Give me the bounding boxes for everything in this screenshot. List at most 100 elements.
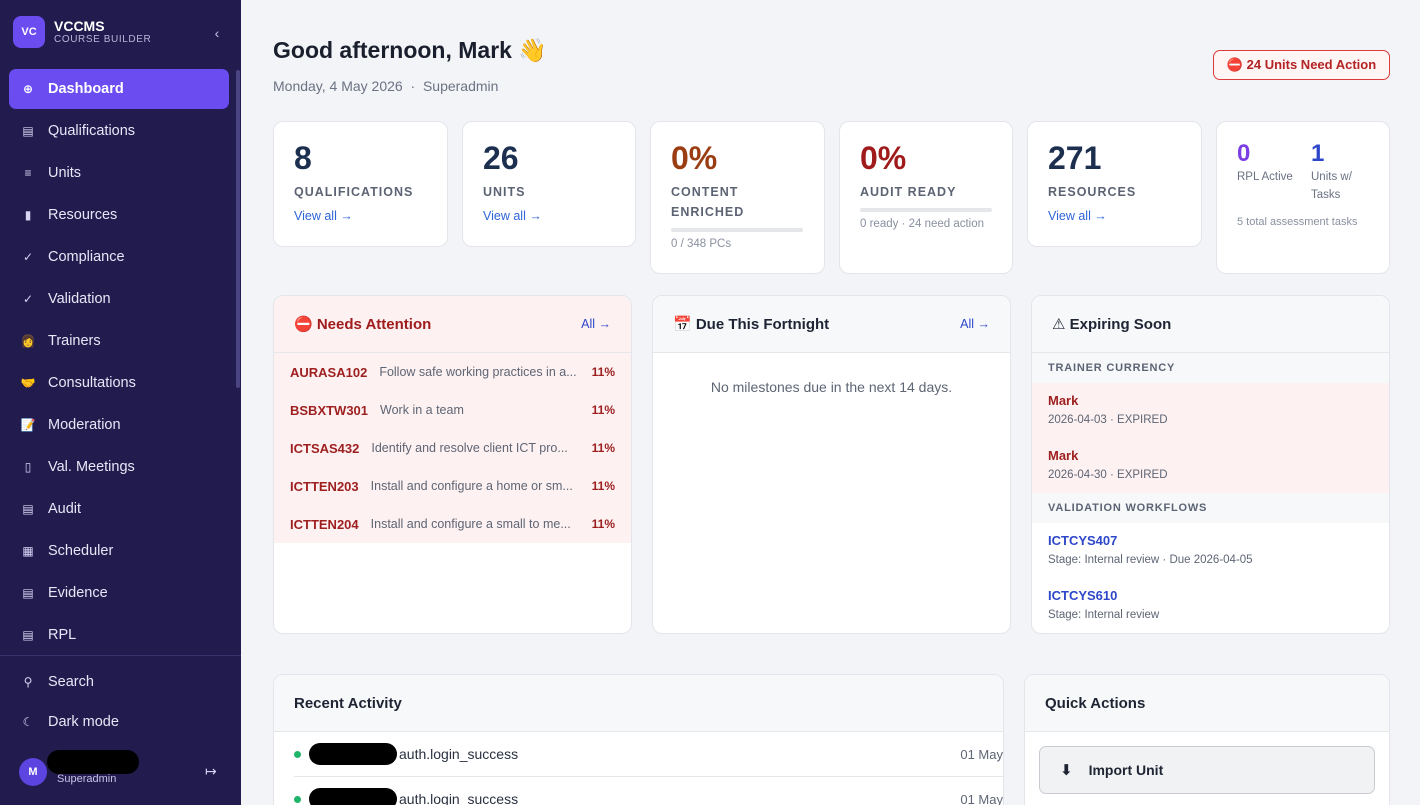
sidebar-item-label: Consultations bbox=[48, 375, 136, 391]
redacted-username bbox=[47, 750, 139, 774]
stat-label: AUDIT READY bbox=[860, 185, 957, 199]
sidebar-item-label: Audit bbox=[48, 501, 82, 517]
avatar: M bbox=[19, 758, 47, 786]
unit-percent: 11% bbox=[591, 365, 615, 379]
chevron-left-icon[interactable]: ‹ bbox=[208, 24, 226, 42]
sidebar-item-moderation[interactable]: 📝 Moderation bbox=[9, 405, 229, 445]
stat-label: CONTENT ENRICHED bbox=[671, 185, 745, 219]
list-item[interactable]: Mark 2026-04-03 · EXPIRED bbox=[1032, 383, 1389, 438]
download-icon: ⬇ bbox=[1060, 762, 1073, 779]
user-profile[interactable]: M Superadmin ↦ bbox=[19, 750, 229, 788]
sidebar-item-val-meetings[interactable]: ▯ Val. Meetings bbox=[9, 447, 229, 487]
sidebar-item-units[interactable]: ≡ Units bbox=[9, 153, 229, 193]
list-item[interactable]: Mark 2026-04-30 · EXPIRED bbox=[1032, 438, 1389, 493]
sidebar-item-consultations[interactable]: 🤝 Consultations bbox=[9, 363, 229, 403]
sidebar-item-trainers[interactable]: 👩 Trainers bbox=[9, 321, 229, 361]
unit-title: Identify and resolve client ICT pro... bbox=[371, 441, 568, 455]
page-title: Good afternoon, Mark 👋 bbox=[273, 37, 547, 63]
unit-code: AURASA102 bbox=[290, 364, 368, 380]
workflow-meta: Stage: Internal review bbox=[1048, 609, 1160, 621]
list-item[interactable]: ICTSAS432 Identify and resolve client ICT… bbox=[274, 429, 631, 467]
list-item[interactable]: BSBXTW301 Work in a team 11% bbox=[274, 391, 631, 429]
unit-percent: 11% bbox=[591, 517, 615, 531]
document-icon: ▮ bbox=[24, 208, 32, 222]
sidebar-item-label: Trainers bbox=[48, 333, 101, 349]
list-item[interactable]: ICTTEN203 Install and configure a home or… bbox=[274, 467, 631, 505]
trainer-expiry: 2026-04-03 · EXPIRED bbox=[1048, 414, 1168, 426]
search-label: Search bbox=[48, 674, 94, 690]
sidebar-item-label: Moderation bbox=[48, 417, 121, 433]
view-all-link[interactable]: All → bbox=[960, 317, 990, 331]
sidebar-item-dashboard[interactable]: ⊕ Dashboard bbox=[9, 69, 229, 109]
stat-card-qualifications[interactable]: 8 QUALIFICATIONS View all → bbox=[273, 121, 448, 247]
sidebar-item-compliance[interactable]: ✓ Compliance bbox=[9, 237, 229, 277]
view-all-link[interactable]: All → bbox=[581, 317, 611, 331]
panel-title: ⚠ Expiring Soon bbox=[1052, 316, 1172, 333]
panel-title: Recent Activity bbox=[294, 694, 402, 712]
sidebar-item-rpl[interactable]: ▤ RPL bbox=[9, 615, 229, 655]
rpl-active-value: 0 bbox=[1237, 140, 1251, 167]
redacted-user bbox=[309, 743, 397, 765]
unit-percent: 11% bbox=[591, 441, 615, 455]
status-dot bbox=[294, 750, 301, 758]
logout-icon[interactable]: ↦ bbox=[205, 763, 217, 780]
assessment-tasks-note: 5 total assessment tasks bbox=[1237, 216, 1358, 228]
book-icon: ▤ bbox=[22, 124, 34, 138]
panel-title: ⛔ Needs Attention bbox=[294, 316, 432, 333]
sidebar-item-label: Val. Meetings bbox=[48, 459, 135, 475]
stat-value: 0% bbox=[671, 140, 718, 176]
stat-card-content-enriched[interactable]: 0% CONTENT ENRICHED 0 / 348 PCs bbox=[650, 121, 825, 274]
sidebar-item-evidence[interactable]: ▤ Evidence bbox=[9, 573, 229, 613]
file-icon: ▤ bbox=[22, 586, 34, 600]
activity-row[interactable]: auth.login_success 01 May bbox=[294, 777, 1003, 805]
building-icon: ▤ bbox=[22, 502, 34, 516]
sidebar-item-validation[interactable]: ✓ Validation bbox=[9, 279, 229, 319]
stat-card-audit-ready[interactable]: 0% AUDIT READY 0 ready · 24 need action bbox=[839, 121, 1013, 274]
sidebar-scrollbar[interactable] bbox=[236, 70, 240, 388]
sidebar-item-label: Qualifications bbox=[48, 123, 136, 139]
workflow-code[interactable]: ICTCYS407 bbox=[1048, 533, 1117, 548]
empty-state-message: No milestones due in the next 14 days. bbox=[710, 379, 953, 395]
sidebar-item-label: Scheduler bbox=[48, 543, 114, 559]
list-item[interactable]: ICTCYS407 Stage: Internal review · Due 2… bbox=[1032, 523, 1389, 578]
trainer-name: Mark bbox=[1048, 393, 1079, 408]
page-subtitle: Monday, 4 May 2026 · Superadmin bbox=[273, 78, 498, 94]
view-all-link[interactable]: View all → bbox=[1048, 209, 1107, 223]
list-item[interactable]: ICTTEN204 Install and configure a small t… bbox=[274, 505, 631, 543]
activity-row[interactable]: auth.login_success 01 May bbox=[294, 732, 1003, 776]
view-all-link[interactable]: View all → bbox=[294, 209, 353, 223]
stat-card-rpl-tasks[interactable]: 0 RPL Active 1 Units w/ Tasks 5 total as… bbox=[1216, 121, 1390, 274]
dark-mode-toggle[interactable]: ☾ Dark mode bbox=[20, 714, 119, 730]
import-unit-button[interactable]: ⬇ Import Unit bbox=[1039, 746, 1375, 794]
unit-percent: 11% bbox=[591, 403, 615, 417]
sidebar-item-label: Compliance bbox=[48, 249, 125, 265]
app-logo: VC bbox=[13, 16, 45, 48]
list-item[interactable]: AURASA102 Follow safe working practices i… bbox=[274, 353, 631, 391]
sidebar-item-scheduler[interactable]: ▦ Scheduler bbox=[9, 531, 229, 571]
panel-header: ⛔ Needs Attention All → bbox=[274, 296, 631, 353]
stat-label: UNITS bbox=[483, 185, 526, 199]
sidebar-nav: ⊕ Dashboard ▤ Qualifications ≡ Units ▮ Resou… bbox=[9, 69, 229, 657]
sidebar-item-label: RPL bbox=[48, 627, 77, 643]
panel-header: Recent Activity bbox=[274, 675, 1003, 732]
view-all-link[interactable]: View all → bbox=[483, 209, 542, 223]
brand[interactable]: VC VCCMS COURSE BUILDER bbox=[13, 16, 151, 48]
current-role: Superadmin bbox=[422, 78, 499, 94]
list-item[interactable]: ICTCYS610 Stage: Internal review bbox=[1032, 578, 1389, 633]
sidebar-item-qualifications[interactable]: ▤ Qualifications bbox=[9, 111, 229, 151]
stat-card-units[interactable]: 26 UNITS View all → bbox=[462, 121, 636, 247]
unit-code: ICTTEN203 bbox=[290, 478, 359, 494]
memo-icon: 📝 bbox=[20, 418, 36, 432]
clipboard-icon: ▤ bbox=[22, 628, 34, 642]
sidebar-item-resources[interactable]: ▮ Resources bbox=[9, 195, 229, 235]
trainer-expiry: 2026-04-30 · EXPIRED bbox=[1048, 469, 1168, 481]
search-button[interactable]: ⚲ Search bbox=[20, 674, 94, 690]
sidebar-item-label: Units bbox=[48, 165, 82, 181]
sidebar-item-audit[interactable]: ▤ Audit bbox=[9, 489, 229, 529]
app-name: VCCMS bbox=[54, 18, 105, 34]
separator: · bbox=[410, 78, 416, 94]
sidebar-item-label: Validation bbox=[48, 291, 111, 307]
workflow-code[interactable]: ICTCYS610 bbox=[1048, 588, 1117, 603]
units-need-action-badge[interactable]: ⛔ 24 Units Need Action bbox=[1213, 50, 1390, 80]
stat-card-resources[interactable]: 271 RESOURCES View all → bbox=[1027, 121, 1202, 247]
